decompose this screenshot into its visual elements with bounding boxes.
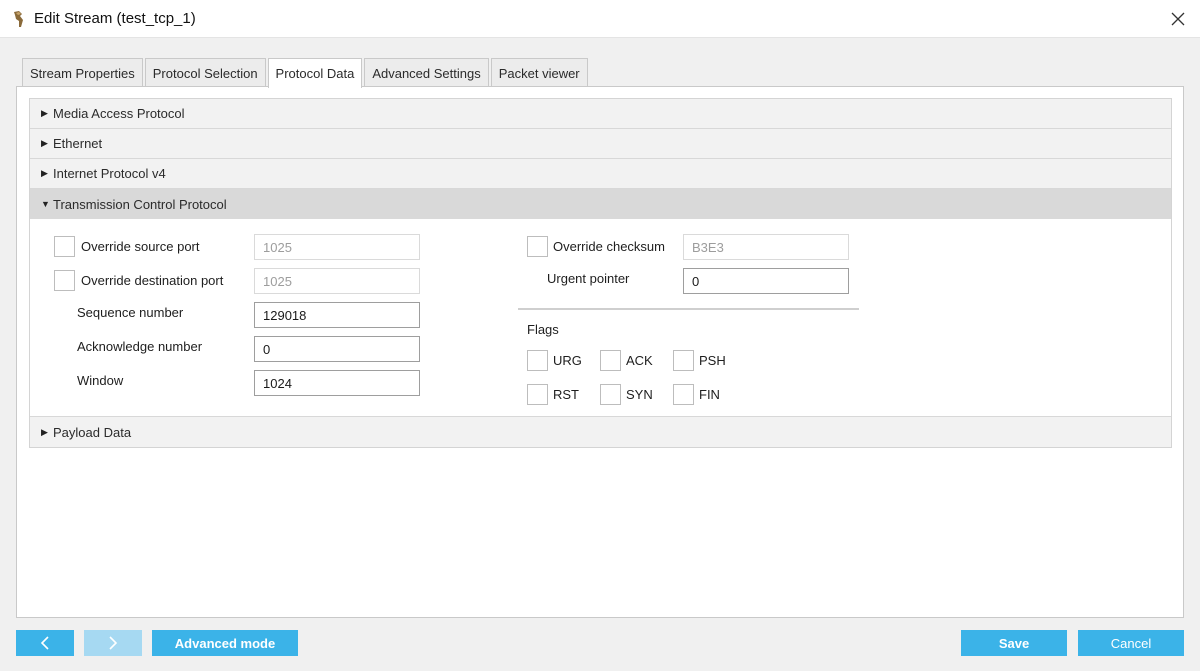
section-ethernet[interactable]: ▶ Ethernet xyxy=(30,129,1171,159)
chevron-right-icon xyxy=(109,636,118,650)
back-button[interactable] xyxy=(16,630,74,656)
urgent-pointer-label: Urgent pointer xyxy=(547,271,630,286)
override-destination-port-label: Override destination port xyxy=(81,273,224,288)
override-source-port-label: Override source port xyxy=(81,239,200,254)
section-label: Transmission Control Protocol xyxy=(53,196,227,212)
window-input[interactable] xyxy=(254,370,420,396)
flag-ack-label: ACK xyxy=(626,353,653,368)
flag-urg-label: URG xyxy=(553,353,582,368)
caret-right-icon: ▶ xyxy=(41,108,48,118)
source-port-input[interactable] xyxy=(254,234,420,260)
override-source-port-checkbox[interactable] xyxy=(54,236,75,257)
section-payload-data[interactable]: ▶ Payload Data xyxy=(30,417,1171,447)
tab-protocol-selection[interactable]: Protocol Selection xyxy=(144,58,266,87)
section-label: Media Access Protocol xyxy=(53,106,185,121)
tab-protocol-data[interactable]: Protocol Data xyxy=(267,58,363,88)
close-button[interactable] xyxy=(1156,0,1200,38)
tcp-section-body: Override source port Override destinatio… xyxy=(30,219,1171,417)
urgent-pointer-input[interactable] xyxy=(683,268,849,294)
flags-label: Flags xyxy=(527,322,559,337)
flag-fin-label: FIN xyxy=(699,387,720,402)
acknowledge-number-label: Acknowledge number xyxy=(77,339,203,354)
section-transmission-control-protocol[interactable]: ▼ Transmission Control Protocol xyxy=(30,189,1171,219)
tab-packet-viewer[interactable]: Packet viewer xyxy=(490,58,588,87)
section-internet-protocol-v4[interactable]: ▶ Internet Protocol v4 xyxy=(30,159,1171,189)
section-label: Payload Data xyxy=(53,424,132,440)
protocol-data-panel: ▶ Media Access Protocol ▶ Ethernet ▶ Int… xyxy=(16,86,1184,618)
window-title: Edit Stream (test_tcp_1) xyxy=(34,10,196,27)
save-button[interactable]: Save xyxy=(961,630,1067,656)
caret-right-icon: ▶ xyxy=(41,426,48,437)
flag-ack-checkbox[interactable] xyxy=(600,350,621,371)
flag-urg-checkbox[interactable] xyxy=(527,350,548,371)
cancel-button[interactable]: Cancel xyxy=(1078,630,1184,656)
flag-psh-label: PSH xyxy=(699,353,726,368)
override-checksum-label: Override checksum xyxy=(553,239,665,254)
protocol-accordion: ▶ Media Access Protocol ▶ Ethernet ▶ Int… xyxy=(29,98,1172,448)
caret-right-icon: ▶ xyxy=(41,138,48,148)
section-media-access-protocol[interactable]: ▶ Media Access Protocol xyxy=(30,99,1171,129)
override-checksum-checkbox[interactable] xyxy=(527,236,548,257)
next-button[interactable] xyxy=(84,630,142,656)
app-icon xyxy=(10,10,28,28)
flag-syn-checkbox[interactable] xyxy=(600,384,621,405)
acknowledge-number-input[interactable] xyxy=(254,336,420,362)
sequence-number-input[interactable] xyxy=(254,302,420,328)
caret-right-icon: ▶ xyxy=(41,168,48,178)
flag-fin-checkbox[interactable] xyxy=(673,384,694,405)
advanced-mode-button[interactable]: Advanced mode xyxy=(152,630,298,656)
caret-down-icon: ▼ xyxy=(41,199,50,209)
tab-stream-properties[interactable]: Stream Properties xyxy=(22,58,143,87)
title-bar: Edit Stream (test_tcp_1) xyxy=(0,0,1200,38)
override-destination-port-checkbox[interactable] xyxy=(54,270,75,291)
destination-port-input[interactable] xyxy=(254,268,420,294)
tab-bar: Stream Properties Protocol Selection Pro… xyxy=(22,58,590,88)
checksum-input[interactable] xyxy=(683,234,849,260)
flag-syn-label: SYN xyxy=(626,387,653,402)
section-label: Internet Protocol v4 xyxy=(53,166,166,181)
sequence-number-label: Sequence number xyxy=(77,305,184,320)
window-label: Window xyxy=(77,373,124,388)
section-label: Ethernet xyxy=(53,136,103,151)
flag-rst-label: RST xyxy=(553,387,579,402)
close-icon xyxy=(1171,12,1185,26)
tab-advanced-settings[interactable]: Advanced Settings xyxy=(364,58,489,87)
flag-rst-checkbox[interactable] xyxy=(527,384,548,405)
flag-psh-checkbox[interactable] xyxy=(673,350,694,371)
divider xyxy=(518,308,859,310)
chevron-left-icon xyxy=(40,636,49,650)
